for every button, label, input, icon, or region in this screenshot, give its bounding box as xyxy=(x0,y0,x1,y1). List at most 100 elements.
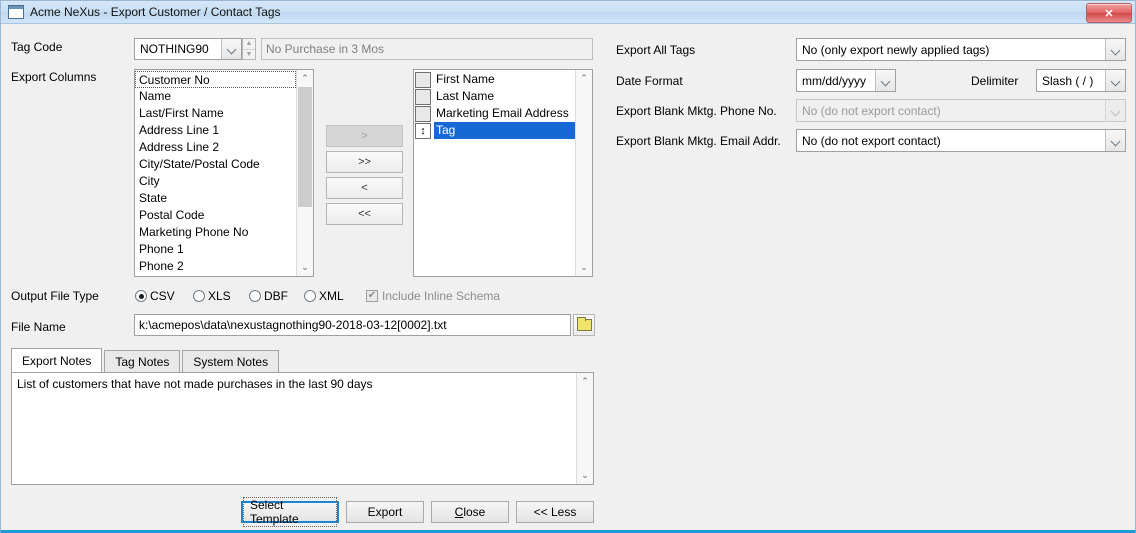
radio-dbf[interactable]: DBF xyxy=(249,289,288,303)
chevron-down-icon[interactable] xyxy=(1105,39,1125,60)
list-item[interactable]: State xyxy=(135,190,296,207)
move-all-left-button[interactable]: << xyxy=(326,203,403,225)
list-item[interactable]: Marketing Email Address xyxy=(414,105,575,122)
list-item-label: Last Name xyxy=(436,89,495,103)
selected-columns-listbox[interactable]: First Name Last Name Marketing Email Addre… xyxy=(413,69,593,277)
tag-code-combo[interactable]: NOTHING90 xyxy=(134,38,242,60)
available-columns-scrollbar[interactable]: ⌃ ⌄ xyxy=(296,70,313,276)
date-format-combo[interactable]: mm/dd/yyyy xyxy=(796,69,896,92)
list-item[interactable]: Last/First Name xyxy=(135,105,296,122)
radio-icon[interactable] xyxy=(304,290,316,302)
list-item[interactable]: Last Name xyxy=(414,88,575,105)
radio-icon[interactable] xyxy=(193,290,205,302)
drag-handle-icon[interactable]: ↕ xyxy=(415,122,431,139)
radio-label: XLS xyxy=(208,289,231,303)
spinner-down-icon[interactable]: ▼ xyxy=(243,50,255,60)
radio-label: DBF xyxy=(264,289,288,303)
spinner-up-icon[interactable]: ▲ xyxy=(243,39,255,50)
list-item[interactable]: City xyxy=(135,173,296,190)
tag-code-spinner[interactable]: ▲ ▼ xyxy=(242,38,256,60)
browse-file-button[interactable] xyxy=(573,314,595,336)
move-left-button[interactable]: < xyxy=(326,177,403,199)
file-name-label: File Name xyxy=(11,320,66,334)
delimiter-combo[interactable]: Slash ( / ) xyxy=(1036,69,1126,92)
blank-phone-value: No (do not export contact) xyxy=(802,103,941,118)
selected-columns-items[interactable]: First Name Last Name Marketing Email Addre… xyxy=(414,70,575,276)
list-item-label: Marketing Email Address xyxy=(436,106,569,120)
button-label: << Less xyxy=(533,505,577,519)
move-right-button: > xyxy=(326,125,403,147)
available-columns-listbox[interactable]: Customer No Name Last/First Name Address Li… xyxy=(134,69,314,277)
radio-icon[interactable] xyxy=(135,290,147,302)
export-dialog-window: Acme NeXus - Export Customer / Contact T… xyxy=(0,0,1136,533)
radio-xml[interactable]: XML xyxy=(304,289,344,303)
list-item[interactable]: Customer No xyxy=(135,71,296,88)
chevron-down-icon[interactable] xyxy=(875,70,895,91)
close-window-button[interactable]: ✕ xyxy=(1086,3,1132,23)
blank-phone-label: Export Blank Mktg. Phone No. xyxy=(616,104,777,118)
tab-export-notes[interactable]: Export Notes xyxy=(11,348,103,372)
folder-icon xyxy=(576,317,592,331)
scroll-down-icon[interactable]: ⌄ xyxy=(297,259,313,276)
close-button[interactable]: Close xyxy=(431,501,509,523)
radio-icon[interactable] xyxy=(249,290,261,302)
export-all-tags-label: Export All Tags xyxy=(616,43,696,57)
scroll-up-icon[interactable]: ⌃ xyxy=(297,70,313,87)
list-item[interactable]: Phone 1 xyxy=(135,241,296,258)
tab-tag-notes[interactable]: Tag Notes xyxy=(104,350,181,372)
chevron-down-icon[interactable] xyxy=(221,39,241,59)
scroll-thumb[interactable] xyxy=(298,87,312,208)
list-item[interactable]: Address Line 1 xyxy=(135,122,296,139)
scroll-down-icon[interactable]: ⌄ xyxy=(576,259,592,276)
scroll-down-icon[interactable]: ⌄ xyxy=(577,467,593,484)
notes-panel[interactable]: List of customers that have not made pur… xyxy=(11,372,594,485)
tag-description-field: No Purchase in 3 Mos xyxy=(261,38,593,60)
less-button[interactable]: << Less xyxy=(516,501,594,523)
radio-xls[interactable]: XLS xyxy=(193,289,231,303)
list-item[interactable]: ↕ Tag xyxy=(414,122,575,139)
window-title: Acme NeXus - Export Customer / Contact T… xyxy=(30,5,281,19)
delimiter-label: Delimiter xyxy=(971,74,1019,88)
list-item[interactable]: Phone 2 xyxy=(135,258,296,275)
available-columns-items[interactable]: Customer No Name Last/First Name Address Li… xyxy=(135,70,296,276)
date-format-value: mm/dd/yyyy xyxy=(802,73,867,88)
list-item[interactable]: City/State/Postal Code xyxy=(135,156,296,173)
radio-csv[interactable]: CSV xyxy=(135,289,175,303)
drag-handle-icon[interactable] xyxy=(415,71,431,88)
scroll-track[interactable] xyxy=(297,87,313,259)
export-notes-text[interactable]: List of customers that have not made pur… xyxy=(12,373,576,484)
blank-phone-combo: No (do not export contact) xyxy=(796,99,1126,122)
delimiter-value: Slash ( / ) xyxy=(1042,73,1094,88)
list-item[interactable]: First Name xyxy=(414,71,575,88)
scroll-up-icon[interactable]: ⌃ xyxy=(577,373,593,390)
export-button[interactable]: Export xyxy=(346,501,424,523)
radio-label: CSV xyxy=(150,289,175,303)
chevron-down-icon[interactable] xyxy=(1105,130,1125,151)
include-inline-schema-label: Include Inline Schema xyxy=(382,289,501,303)
scroll-track[interactable] xyxy=(577,390,593,467)
notes-scrollbar[interactable]: ⌃ ⌄ xyxy=(576,373,593,484)
blank-email-combo[interactable]: No (do not export contact) xyxy=(796,129,1126,152)
scroll-up-icon[interactable]: ⌃ xyxy=(576,70,592,87)
file-name-input[interactable]: k:\acmepos\data\nexustagnothing90-2018-0… xyxy=(134,314,571,336)
select-template-button[interactable]: Select Template xyxy=(241,497,339,527)
export-all-tags-combo[interactable]: No (only export newly applied tags) xyxy=(796,38,1126,61)
titlebar: Acme NeXus - Export Customer / Contact T… xyxy=(1,1,1135,24)
selected-columns-scrollbar[interactable]: ⌃ ⌄ xyxy=(575,70,592,276)
drag-handle-icon[interactable] xyxy=(415,105,431,122)
tag-code-value: NOTHING90 xyxy=(140,42,209,56)
list-item[interactable]: Postal Code xyxy=(135,207,296,224)
scroll-track[interactable] xyxy=(576,87,592,259)
list-item[interactable]: Marketing Phone No xyxy=(135,224,296,241)
list-item[interactable]: Name xyxy=(135,88,296,105)
chevron-down-icon xyxy=(1105,100,1125,121)
include-inline-schema-checkbox: ✔ Include Inline Schema xyxy=(366,289,500,303)
list-item[interactable]: Address Line 2 xyxy=(135,139,296,156)
move-all-right-button[interactable]: >> xyxy=(326,151,403,173)
tab-system-notes[interactable]: System Notes xyxy=(182,350,280,372)
output-file-type-label: Output File Type xyxy=(11,289,99,303)
notes-tabstrip: Export Notes Tag Notes System Notes xyxy=(11,348,594,372)
export-all-tags-value: No (only export newly applied tags) xyxy=(802,42,990,57)
chevron-down-icon[interactable] xyxy=(1105,70,1125,91)
drag-handle-icon[interactable] xyxy=(415,88,431,105)
